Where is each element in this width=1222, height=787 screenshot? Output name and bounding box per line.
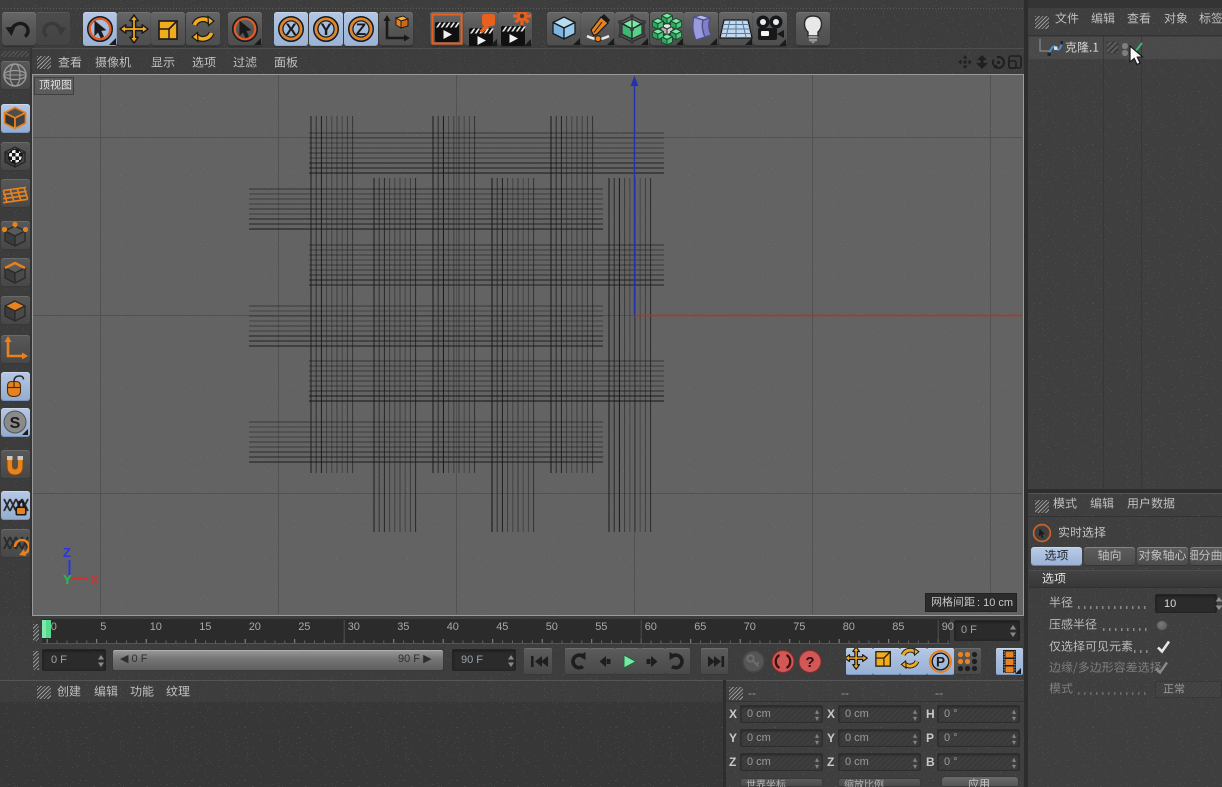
svg-text:Y: Y [63, 572, 72, 587]
svg-text:?: ? [805, 654, 814, 671]
svg-text:Z: Z [356, 20, 366, 39]
svg-text:X: X [285, 20, 297, 39]
svg-text:Y: Y [320, 20, 332, 39]
svg-text:P: P [936, 655, 945, 670]
svg-text:Z: Z [63, 545, 71, 560]
svg-text:X: X [90, 572, 99, 587]
svg-text:S: S [10, 415, 21, 432]
